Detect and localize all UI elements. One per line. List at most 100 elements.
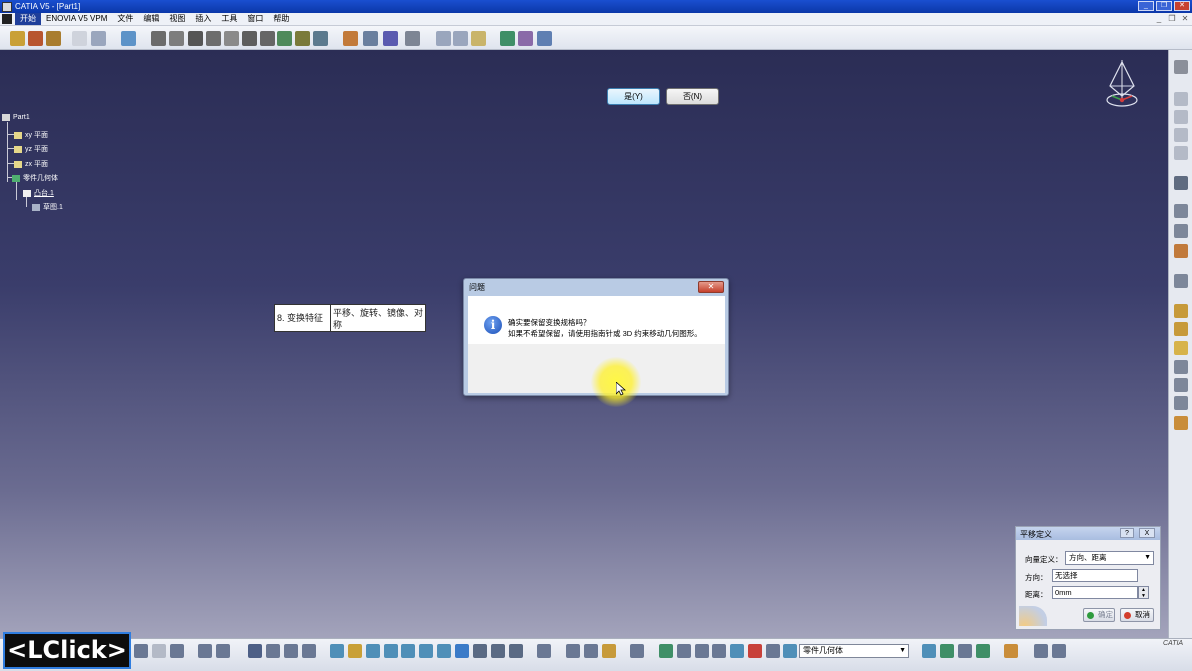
tool-icon[interactable] (566, 644, 580, 658)
views-icon[interactable] (455, 644, 469, 658)
translate-icon[interactable] (343, 31, 358, 46)
fit-all-icon[interactable] (348, 644, 362, 658)
body-select[interactable]: 零件几何体 ▼ (799, 644, 909, 658)
hole-icon[interactable] (151, 31, 166, 46)
redo-icon[interactable] (152, 644, 166, 658)
tree-plane-xy[interactable]: xy 平面 (14, 130, 48, 140)
tree-root-part[interactable]: Part1 (2, 114, 30, 121)
boolean-icon[interactable] (500, 31, 515, 46)
tool-icon[interactable] (922, 644, 936, 658)
dialog-close-button[interactable]: ✕ (698, 281, 724, 293)
pad-icon[interactable] (10, 31, 25, 46)
distance-field[interactable]: 0mm (1052, 586, 1138, 599)
update-icon[interactable] (659, 644, 673, 658)
normal-view-icon[interactable] (437, 644, 451, 658)
ok-button[interactable]: 确定 (1083, 608, 1115, 622)
tool-icon[interactable] (537, 644, 551, 658)
table-icon[interactable] (248, 644, 262, 658)
maximize-button[interactable]: ❐ (1156, 1, 1172, 11)
tool-icon[interactable] (730, 644, 744, 658)
tool-icon[interactable] (748, 644, 762, 658)
panel-close-button[interactable]: X (1139, 528, 1155, 538)
tool-icon[interactable] (1174, 92, 1188, 106)
tool-icon[interactable] (302, 644, 316, 658)
tool-icon[interactable] (976, 644, 990, 658)
doc-close-button[interactable]: ✕ (1180, 14, 1190, 24)
menu-insert[interactable]: 插入 (190, 13, 216, 25)
compass-icon[interactable] (1100, 56, 1144, 112)
tool-icon[interactable] (1174, 110, 1188, 124)
vector-definition-select[interactable]: 方向、距离 ▼ (1065, 551, 1154, 565)
undo-icon[interactable] (134, 644, 148, 658)
tool-icon[interactable] (1174, 224, 1188, 238)
rotate-icon[interactable] (384, 644, 398, 658)
whats-this-icon[interactable] (170, 644, 184, 658)
tool-icon[interactable] (1052, 644, 1066, 658)
menu-view[interactable]: 视图 (164, 13, 190, 25)
fillet-icon[interactable] (169, 31, 184, 46)
tool-icon[interactable] (1174, 146, 1188, 160)
constraint-icon[interactable] (518, 31, 533, 46)
split-icon[interactable] (277, 31, 292, 46)
distance-spinner[interactable]: ▲ ▼ (1138, 586, 1149, 599)
dialog-no-button[interactable]: 否(N) (666, 88, 719, 105)
tool-icon[interactable] (1174, 244, 1188, 258)
pan-icon[interactable] (366, 644, 380, 658)
sew-icon[interactable] (295, 31, 310, 46)
close-surface-icon[interactable] (313, 31, 328, 46)
tree-sketch[interactable]: 草图.1 (32, 202, 63, 212)
formula-icon[interactable] (198, 644, 212, 658)
tool-icon[interactable] (584, 644, 598, 658)
tool-icon[interactable] (1174, 274, 1188, 288)
surface-icon[interactable] (121, 31, 136, 46)
fly-icon[interactable] (330, 644, 344, 658)
dialog-yes-button[interactable]: 是(Y) (607, 88, 660, 105)
shaft-icon[interactable] (46, 31, 61, 46)
minimize-button[interactable]: _ (1138, 1, 1154, 11)
cancel-button[interactable]: 取消 (1120, 608, 1154, 622)
zoom-in-icon[interactable] (401, 644, 415, 658)
doc-restore-button[interactable]: ❐ (1167, 14, 1177, 24)
positioned-sketch-icon[interactable] (91, 31, 106, 46)
tree-pad[interactable]: 凸台.1 (23, 188, 54, 198)
cube-icon[interactable] (1174, 304, 1188, 318)
zoom-out-icon[interactable] (419, 644, 433, 658)
swap-space-icon[interactable] (509, 644, 523, 658)
tool-icon[interactable] (940, 644, 954, 658)
settings-icon[interactable] (1174, 60, 1188, 74)
tool-icon[interactable] (958, 644, 972, 658)
thread-icon[interactable] (260, 31, 275, 46)
axis-icon[interactable] (695, 644, 709, 658)
plane-icon[interactable] (471, 31, 486, 46)
pattern-icon[interactable] (383, 31, 398, 46)
globe-icon[interactable] (1174, 396, 1188, 410)
tool-icon[interactable] (266, 644, 280, 658)
tool-icon[interactable] (712, 644, 726, 658)
mirror-icon[interactable] (363, 31, 378, 46)
sketch-icon[interactable] (72, 31, 87, 46)
tree-part-body[interactable]: 零件几何体 (12, 173, 58, 183)
menu-edit[interactable]: 编辑 (138, 13, 164, 25)
menu-help[interactable]: 帮助 (268, 13, 294, 25)
direction-field[interactable]: 无选择 (1052, 569, 1138, 582)
body-icon[interactable] (783, 644, 797, 658)
cube-icon[interactable] (1174, 322, 1188, 336)
tool-icon[interactable] (1004, 644, 1018, 658)
render-style-icon[interactable] (473, 644, 487, 658)
tree-plane-yz[interactable]: yz 平面 (14, 144, 48, 154)
draft-icon[interactable] (206, 31, 221, 46)
tool-icon[interactable] (766, 644, 780, 658)
analysis-icon[interactable] (537, 31, 552, 46)
menu-enovia[interactable]: ENOVIA V5 VPM (41, 13, 112, 25)
scale-icon[interactable] (405, 31, 420, 46)
thickness-icon[interactable] (242, 31, 257, 46)
select-arrow-icon[interactable] (1174, 176, 1188, 190)
panel-help-button[interactable]: ? (1120, 528, 1134, 538)
close-button[interactable]: ✕ (1174, 1, 1190, 11)
line-icon[interactable] (453, 31, 468, 46)
pocket-icon[interactable] (28, 31, 43, 46)
tool-icon[interactable] (1174, 204, 1188, 218)
tool-icon[interactable] (216, 644, 230, 658)
tool-icon[interactable] (1174, 360, 1188, 374)
doc-minimize-button[interactable]: _ (1154, 14, 1164, 24)
